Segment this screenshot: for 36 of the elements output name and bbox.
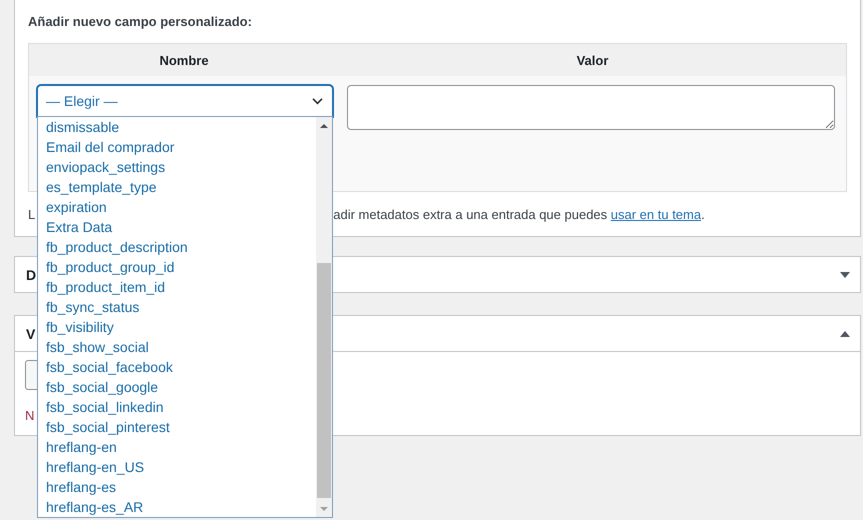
dropdown-option[interactable]: fb_product_item_id xyxy=(38,277,316,297)
triangle-down-icon[interactable] xyxy=(840,272,850,278)
dropdown-option[interactable]: fsb_social_facebook xyxy=(38,357,316,377)
dropdown-option[interactable]: expiration xyxy=(38,197,316,217)
scrollbar-thumb[interactable] xyxy=(317,263,331,498)
description-text: adir metadatos extra a una entrada que puedes usar en tu tema. xyxy=(333,207,705,222)
dropdown-option[interactable]: hreflang-en xyxy=(38,437,316,457)
dropdown-option[interactable]: fsb_show_social xyxy=(38,337,316,357)
chevron-down-icon xyxy=(311,96,324,106)
dropdown-option[interactable]: hreflang-es xyxy=(38,477,316,497)
triangle-up-icon[interactable] xyxy=(840,330,850,336)
scrollbar[interactable] xyxy=(316,117,332,517)
dropdown-option[interactable]: Email del comprador xyxy=(38,137,316,157)
dropdown-option[interactable]: fb_visibility xyxy=(38,317,316,337)
dropdown-option[interactable]: fsb_social_linkedin xyxy=(38,397,316,417)
value-field[interactable] xyxy=(347,85,835,130)
name-select[interactable]: — Elegir — xyxy=(37,85,333,117)
dropdown-option[interactable]: fsb_social_pinterest xyxy=(38,417,316,437)
dropdown-option[interactable]: dismissable xyxy=(38,117,316,137)
dropdown-option[interactable]: es_template_type xyxy=(38,177,316,197)
column-header: Valor xyxy=(576,52,610,68)
dropdown-option[interactable]: fb_sync_status xyxy=(38,297,316,317)
section-heading: Añadir nuevo campo personalizado: xyxy=(28,13,253,31)
dropdown-option[interactable]: enviopack_settings xyxy=(38,157,316,177)
dropdown-option[interactable]: fb_product_group_id xyxy=(38,257,316,277)
dropdown-option[interactable]: Extra Data xyxy=(38,217,316,237)
column-header: Nombre xyxy=(158,52,210,68)
dropdown-option[interactable]: hreflang-en_US xyxy=(38,457,316,477)
dropdown-option[interactable]: hreflang-es_AR xyxy=(38,497,316,517)
panel-title: D xyxy=(26,266,36,282)
theme-link[interactable]: usar en tu tema xyxy=(610,207,702,222)
notice-text: N xyxy=(25,407,34,425)
dropdown-option[interactable]: fsb_social_google xyxy=(38,377,316,397)
dropdown-option[interactable]: fb_product_description xyxy=(38,237,316,257)
description-text: L xyxy=(28,207,36,222)
panel-title: V xyxy=(26,326,36,342)
